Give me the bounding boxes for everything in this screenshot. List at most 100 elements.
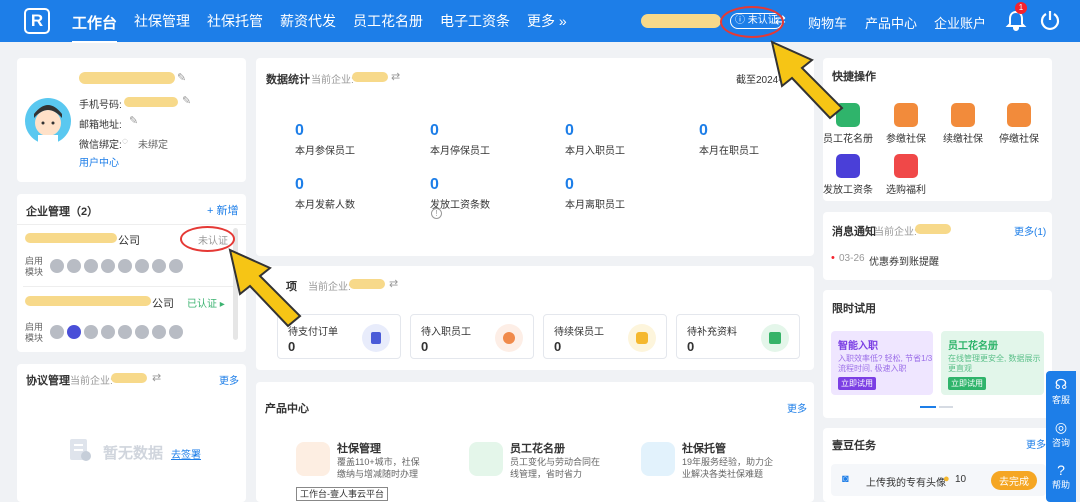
stats-swap-icon[interactable]: ⇄ — [391, 70, 400, 83]
info-icon[interactable]: ! — [431, 208, 442, 219]
edit-name-icon[interactable]: ✎ — [177, 71, 186, 84]
todo-pending-docs[interactable]: 待补充资料 0 — [676, 314, 800, 359]
edit-phone-icon[interactable]: ✎ — [182, 94, 191, 107]
top-navigation-bar: R 工作台 社保管理 社保托管 薪资代发 员工花名册 电子工资条 更多 » ⓘ … — [0, 0, 1080, 43]
module-icon[interactable] — [118, 259, 132, 273]
quick-renew-social[interactable]: 续缴社保 — [938, 103, 988, 145]
stat-payroll: 0 本月发薪人数 — [295, 176, 355, 211]
module-icon[interactable] — [169, 259, 183, 273]
agreement-swap-icon[interactable]: ⇄ — [152, 371, 161, 384]
cart-link[interactable]: 购物车 — [808, 13, 847, 32]
product-more-link[interactable]: 更多 — [787, 400, 807, 415]
notice-title: 消息通知 — [832, 226, 876, 238]
username-redacted — [79, 72, 175, 84]
annotation-arrow-left — [228, 248, 302, 328]
trial-roster[interactable]: 员工花名册 在线管理更安全, 数据展示 更直观 立即试用 — [941, 331, 1044, 395]
nav-social-security[interactable]: 社保管理 — [134, 11, 190, 31]
todo-swap-icon[interactable]: ⇄ — [389, 277, 398, 290]
company-2-status[interactable]: 已认证 ▸ — [187, 295, 225, 310]
module-icon[interactable] — [152, 259, 166, 273]
trial-smart-onboard[interactable]: 智能入职 入职效率低? 轻松, 节省1/3 流程时间, 极速入职 立即试用 — [831, 331, 933, 395]
agreement-more-link[interactable]: 更多 — [219, 372, 239, 387]
product-center-link[interactable]: 产品中心 — [865, 13, 917, 32]
consult-button[interactable]: ◎ 咨询 — [1046, 414, 1076, 457]
module-icon[interactable] — [67, 259, 81, 273]
trial-title: 限时试用 — [832, 303, 876, 315]
module-icon[interactable] — [84, 259, 98, 273]
notice-more-link[interactable]: 更多(1) — [1014, 223, 1046, 238]
nav-payroll[interactable]: 薪资代发 — [280, 11, 336, 31]
order-icon — [362, 324, 390, 352]
enterprise-account-link[interactable]: 企业账户 — [934, 13, 986, 32]
module-icon-active[interactable] — [67, 325, 81, 339]
module-icon[interactable] — [101, 325, 115, 339]
stat-insured: 0 本月参保员工 — [295, 122, 355, 157]
highlight-circle-uncert — [180, 226, 235, 252]
agreement-current-label: 当前企业: — [70, 376, 113, 387]
notification-count-badge: 1 — [1015, 2, 1027, 14]
carousel-indicator[interactable] — [939, 406, 953, 408]
module-icon[interactable] — [135, 325, 149, 339]
module-icon[interactable] — [50, 259, 64, 273]
task-reward: 10 — [955, 474, 967, 485]
notice-card: 消息通知 当前企业: 更多(1) • 03-26 优惠券到账提醒 — [823, 212, 1052, 280]
help-button[interactable]: ? 帮助 — [1046, 457, 1076, 500]
go-sign-link[interactable]: 去签署 — [171, 446, 201, 461]
module-icon[interactable] — [169, 325, 183, 339]
customer-service-button[interactable]: ☊ 客服 — [1046, 371, 1076, 414]
phone-label: 手机号码: — [79, 100, 122, 111]
module-icon[interactable] — [135, 259, 149, 273]
nav-more[interactable]: 更多 » — [527, 11, 567, 31]
stat-resigned: 0 本月离职员工 — [565, 176, 625, 211]
tasks-more-link[interactable]: 更多 — [1026, 436, 1046, 451]
todo-pending-onboard[interactable]: 待入职员工 0 — [410, 314, 534, 359]
user-center-link[interactable]: 用户中心 — [79, 154, 119, 169]
todo-pending-renew[interactable]: 待续保员工 0 — [543, 314, 667, 359]
phone-redacted — [124, 97, 178, 107]
nav-social-hosting[interactable]: 社保托管 — [207, 11, 263, 31]
gift-icon — [894, 154, 918, 178]
product-center-card: 产品中心 更多 社保管理 覆盖110+城市，社保 缴纳与增减随时办理 员工花名册… — [256, 382, 814, 502]
quick-stop-social[interactable]: 停缴社保 — [994, 103, 1044, 145]
notice-item-text[interactable]: 优惠券到账提醒 — [869, 253, 939, 268]
trial-button-1[interactable]: 立即试用 — [838, 377, 876, 390]
add-enterprise-button[interactable]: + 新增 — [207, 202, 238, 218]
module-icon[interactable] — [84, 325, 98, 339]
task-go-button[interactable]: 去完成 — [991, 471, 1037, 490]
profile-card: ✎ 手机号码: ✎ 邮箱地址: ✎ 微信绑定: ◌ 未绑定 用户中心 — [17, 58, 246, 182]
stat-active: 0 本月在职员工 — [699, 122, 759, 157]
trial-card: 限时试用 智能入职 入职效率低? 轻松, 节省1/3 流程时间, 极速入职 立即… — [823, 290, 1052, 418]
avatar[interactable] — [25, 98, 71, 144]
question-icon: ? — [1057, 462, 1065, 478]
quick-benefits[interactable]: 选购福利 — [881, 154, 931, 196]
edit-email-icon[interactable]: ✎ — [129, 114, 138, 127]
product-center-title: 产品中心 — [265, 403, 309, 415]
stats-card: 数据统计 当前企业: ⇄ 截至2024- 0 本月参保员工 0 本月停保员工 0 本月… — [256, 58, 814, 256]
nav-roster[interactable]: 员工花名册 — [353, 11, 423, 31]
trial-button-2[interactable]: 立即试用 — [948, 377, 986, 390]
module-icon[interactable] — [118, 325, 132, 339]
stop-doc-icon — [1007, 103, 1031, 127]
stat-stopped: 0 本月停保员工 — [430, 122, 490, 157]
app-logo[interactable]: R — [24, 8, 50, 34]
company-1-suffix[interactable]: 公司 — [118, 232, 140, 248]
company-2-suffix[interactable]: 公司 — [152, 295, 174, 311]
nav-payslip[interactable]: 电子工资条 — [440, 11, 510, 31]
company-name-redacted[interactable] — [641, 14, 721, 28]
annotation-arrow-top — [770, 40, 844, 120]
module-icon[interactable] — [50, 325, 64, 339]
stat-payslip: 0 发放工资条数 — [430, 176, 490, 211]
unread-dot: • — [831, 252, 835, 264]
quick-payslip[interactable]: 发放工资条 — [823, 154, 873, 196]
wechat-value[interactable]: 未绑定 — [138, 136, 168, 151]
nav-workbench[interactable]: 工作台 — [72, 12, 118, 43]
chat-icon: ◎ — [1054, 419, 1068, 435]
module-icon[interactable] — [101, 259, 115, 273]
enterprise-title: 企业管理（2） — [26, 206, 99, 218]
logout-icon[interactable] — [1040, 9, 1060, 31]
stats-title: 数据统计 — [266, 74, 310, 86]
modules-label-1: 启用模块 — [25, 256, 44, 277]
module-icon[interactable] — [152, 325, 166, 339]
quick-pay-social[interactable]: 参缴社保 — [881, 103, 931, 145]
carousel-indicator-active[interactable] — [920, 406, 936, 408]
